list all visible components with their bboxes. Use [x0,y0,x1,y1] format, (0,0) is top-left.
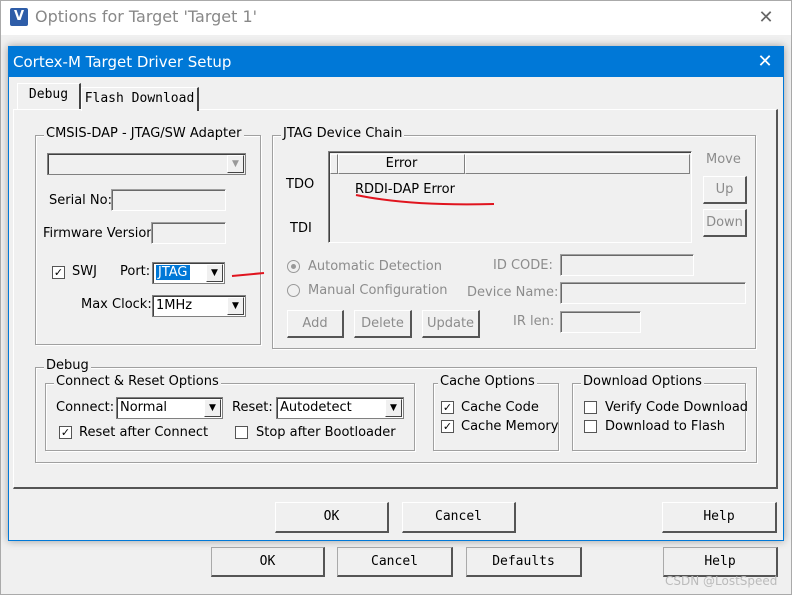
device-name-field[interactable] [560,282,746,304]
dialog-close-icon[interactable]: ✕ [749,49,781,75]
stop-after-bootloader-label: Stop after Bootloader [256,425,396,440]
delete-button[interactable]: Delete [354,310,412,338]
max-clock-value: 1MHz [156,298,193,313]
reset-after-connect-checkbox[interactable]: ✓ [59,426,72,439]
automatic-detection-radio[interactable] [287,260,300,273]
download-options-group-label: Download Options [581,374,704,389]
download-options-group: Download Options [572,374,746,451]
chevron-down-icon: ▼ [227,297,244,315]
jtag-chain-table[interactable]: Error RDDI-DAP Error [328,151,692,243]
tdi-label: TDI [290,221,312,236]
chain-error-text: RDDI-DAP Error [355,182,455,197]
jtag-chain-group-label: JTAG Device Chain [281,126,405,141]
manual-configuration-radio[interactable] [287,284,300,297]
verify-code-download-label: Verify Code Download [605,400,749,415]
id-code-field[interactable] [560,254,694,276]
watermark: CSDN @LostSpeed [665,574,778,588]
table-header-extra [465,154,690,174]
options-window-titlebar: V Options for Target 'Target 1' ✕ [1,1,791,35]
ir-len-field[interactable] [560,311,641,333]
options-close-icon[interactable]: ✕ [749,5,783,31]
swj-checkbox[interactable]: ✓ [52,266,65,279]
adapter-select[interactable]: ▼ [47,153,246,175]
connect-value: Normal [120,400,168,415]
verify-code-download-checkbox[interactable] [584,401,597,414]
firmware-version-field [151,222,226,244]
tab-flash-download[interactable]: Flash Download [81,87,199,111]
dialog-help-button[interactable]: Help [662,502,777,533]
serial-no-label: Serial No: [49,193,112,208]
connect-reset-group-label: Connect & Reset Options [54,374,221,389]
options-ok-button[interactable]: OK [211,547,325,577]
cache-memory-label: Cache Memory [461,419,559,434]
update-button[interactable]: Update [422,310,480,338]
download-to-flash-checkbox[interactable] [584,420,597,433]
chevron-down-icon: ▼ [206,264,223,282]
dialog-titlebar: Cortex-M Target Driver Setup ✕ [9,47,783,77]
max-clock-label: Max Clock: [81,297,152,312]
chevron-down-icon: ▼ [227,155,244,173]
target-driver-setup-dialog: Cortex-M Target Driver Setup ✕ Debug Fla… [8,46,784,541]
device-name-label: Device Name: [467,285,559,300]
port-select[interactable]: JTAG ▼ [152,262,225,284]
connect-label: Connect: [56,400,115,415]
swj-label: SWJ [72,264,97,279]
cache-options-group-label: Cache Options [438,374,537,389]
port-select-value: JTAG [156,265,190,280]
manual-configuration-label: Manual Configuration [308,283,448,298]
add-button[interactable]: Add [287,310,344,338]
adapter-group-label: CMSIS-DAP - JTAG/SW Adapter [44,126,244,141]
tdo-label: TDO [286,177,315,192]
firmware-version-label: Firmware Version: [43,226,159,241]
dialog-title: Cortex-M Target Driver Setup [13,53,232,71]
debug-group-label: Debug [44,358,91,373]
cache-code-label: Cache Code [461,400,539,415]
options-cancel-button[interactable]: Cancel [337,547,453,577]
reset-after-connect-label: Reset after Connect [79,425,209,440]
ir-len-label: IR len: [513,314,555,329]
up-button[interactable]: Up [703,176,747,204]
chevron-down-icon: ▼ [385,399,402,417]
port-label: Port: [120,264,151,279]
cache-code-checkbox[interactable]: ✓ [441,401,454,414]
serial-no-field [111,189,226,211]
keil-app-icon: V [10,8,28,26]
dialog-ok-button[interactable]: OK [275,502,389,533]
automatic-detection-label: Automatic Detection [308,259,442,274]
reset-label: Reset: [232,400,273,415]
move-label: Move [706,152,741,167]
table-header-blank [330,154,338,174]
connect-select[interactable]: Normal ▼ [116,397,223,419]
cache-memory-checkbox[interactable]: ✓ [441,420,454,433]
chevron-down-icon: ▼ [204,399,221,417]
dialog-cancel-button[interactable]: Cancel [402,502,516,533]
stop-after-bootloader-checkbox[interactable] [235,426,248,439]
id-code-label: ID CODE: [493,258,553,273]
download-to-flash-label: Download to Flash [605,419,726,434]
options-help-button[interactable]: Help [663,547,778,577]
max-clock-select[interactable]: 1MHz ▼ [152,295,246,317]
table-header-error: Error [338,154,465,174]
reset-value: Autodetect [280,400,352,415]
tab-debug[interactable]: Debug [17,83,81,109]
options-window-title: Options for Target 'Target 1' [35,7,258,26]
cache-options-group: Cache Options [433,374,559,451]
reset-select[interactable]: Autodetect ▼ [276,397,404,419]
down-button[interactable]: Down [703,209,747,237]
options-defaults-button[interactable]: Defaults [466,547,582,577]
